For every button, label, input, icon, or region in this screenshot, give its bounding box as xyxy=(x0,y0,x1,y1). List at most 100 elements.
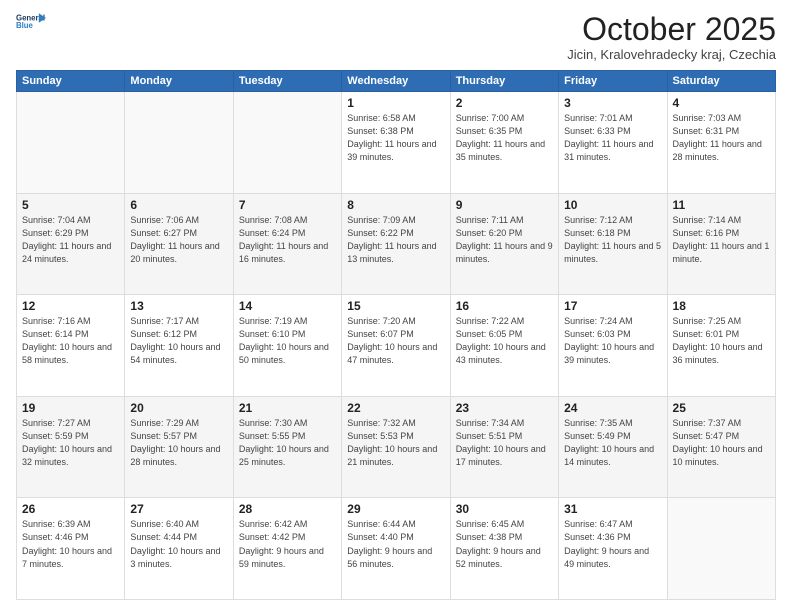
table-row: 9 Sunrise: 7:11 AM Sunset: 6:20 PM Daylig… xyxy=(450,193,558,295)
table-row: 26 Sunrise: 6:39 AM Sunset: 4:46 PM Dayli… xyxy=(17,498,125,600)
title-block: October 2025 Jicin, Kralovehradecky kraj… xyxy=(567,12,776,62)
day-info: Sunrise: 7:32 AM Sunset: 5:53 PM Dayligh… xyxy=(347,417,444,469)
day-number: 26 xyxy=(22,502,119,516)
location: Jicin, Kralovehradecky kraj, Czechia xyxy=(567,47,776,62)
table-row: 21 Sunrise: 7:30 AM Sunset: 5:55 PM Dayli… xyxy=(233,396,341,498)
table-row: 28Sunrise: 6:42 AM Sunset: 4:42 PM Dayli… xyxy=(233,498,341,600)
day-info: Sunrise: 7:09 AM Sunset: 6:22 PM Dayligh… xyxy=(347,214,444,266)
table-row: 7 Sunrise: 7:08 AM Sunset: 6:24 PM Daylig… xyxy=(233,193,341,295)
table-row xyxy=(233,92,341,194)
day-info: Sunrise: 7:14 AM Sunset: 6:16 PM Dayligh… xyxy=(673,214,770,266)
logo-icon: General Blue xyxy=(16,12,46,30)
table-row xyxy=(125,92,233,194)
month-title: October 2025 xyxy=(567,12,776,47)
table-row xyxy=(17,92,125,194)
day-number: 31 xyxy=(564,502,661,516)
logo: General Blue xyxy=(16,12,46,31)
day-number: 1 xyxy=(347,96,444,110)
col-tuesday: Tuesday xyxy=(233,71,341,92)
day-info: Sunrise: 7:04 AM Sunset: 6:29 PM Dayligh… xyxy=(22,214,119,266)
day-number: 16 xyxy=(456,299,553,313)
day-info: Sunrise: 7:22 AM Sunset: 6:05 PM Dayligh… xyxy=(456,315,553,367)
day-number: 13 xyxy=(130,299,227,313)
table-row: 13 Sunrise: 7:17 AM Sunset: 6:12 PM Dayli… xyxy=(125,295,233,397)
day-info: Sunrise: 7:01 AM Sunset: 6:33 PM Dayligh… xyxy=(564,112,661,164)
day-info: Sunrise: 7:12 AM Sunset: 6:18 PM Dayligh… xyxy=(564,214,661,266)
table-row: 6 Sunrise: 7:06 AM Sunset: 6:27 PM Daylig… xyxy=(125,193,233,295)
day-number: 2 xyxy=(456,96,553,110)
table-row: 15 Sunrise: 7:20 AM Sunset: 6:07 PM Dayli… xyxy=(342,295,450,397)
day-number: 7 xyxy=(239,198,336,212)
table-row: 3 Sunrise: 7:01 AM Sunset: 6:33 PM Daylig… xyxy=(559,92,667,194)
day-number: 14 xyxy=(239,299,336,313)
day-info: Sunrise: 7:16 AM Sunset: 6:14 PM Dayligh… xyxy=(22,315,119,367)
day-info: Sunrise: 6:47 AM Sunset: 4:36 PM Dayligh… xyxy=(564,518,661,570)
table-row: 11 Sunrise: 7:14 AM Sunset: 6:16 PM Dayli… xyxy=(667,193,775,295)
day-number: 27 xyxy=(130,502,227,516)
table-row: 22 Sunrise: 7:32 AM Sunset: 5:53 PM Dayli… xyxy=(342,396,450,498)
col-sunday: Sunday xyxy=(17,71,125,92)
day-number: 11 xyxy=(673,198,770,212)
day-number: 17 xyxy=(564,299,661,313)
day-number: 18 xyxy=(673,299,770,313)
day-number: 5 xyxy=(22,198,119,212)
day-info: Sunrise: 7:30 AM Sunset: 5:55 PM Dayligh… xyxy=(239,417,336,469)
day-number: 15 xyxy=(347,299,444,313)
svg-text:Blue: Blue xyxy=(16,21,34,30)
day-info: Sunrise: 6:40 AM Sunset: 4:44 PM Dayligh… xyxy=(130,518,227,570)
day-info: Sunrise: 7:35 AM Sunset: 5:49 PM Dayligh… xyxy=(564,417,661,469)
day-number: 30 xyxy=(456,502,553,516)
table-row: 30 Sunrise: 6:45 AM Sunset: 4:38 PM Dayli… xyxy=(450,498,558,600)
table-row: 29 Sunrise: 6:44 AM Sunset: 4:40 PM Dayli… xyxy=(342,498,450,600)
day-info: Sunrise: 7:29 AM Sunset: 5:57 PM Dayligh… xyxy=(130,417,227,469)
table-row: 18 Sunrise: 7:25 AM Sunset: 6:01 PM Dayli… xyxy=(667,295,775,397)
table-row: 5 Sunrise: 7:04 AM Sunset: 6:29 PM Daylig… xyxy=(17,193,125,295)
col-thursday: Thursday xyxy=(450,71,558,92)
day-number: 22 xyxy=(347,401,444,415)
table-row: 1 Sunrise: 6:58 AM Sunset: 6:38 PM Daylig… xyxy=(342,92,450,194)
day-number: 8 xyxy=(347,198,444,212)
page: General Blue October 2025 Jicin, Kralove… xyxy=(0,0,792,612)
day-info: Sunrise: 6:39 AM Sunset: 4:46 PM Dayligh… xyxy=(22,518,119,570)
table-row xyxy=(667,498,775,600)
day-number: 3 xyxy=(564,96,661,110)
day-number: 20 xyxy=(130,401,227,415)
day-number: 6 xyxy=(130,198,227,212)
col-wednesday: Wednesday xyxy=(342,71,450,92)
day-number: 12 xyxy=(22,299,119,313)
day-info: Sunrise: 7:20 AM Sunset: 6:07 PM Dayligh… xyxy=(347,315,444,367)
day-number: 9 xyxy=(456,198,553,212)
day-number: 24 xyxy=(564,401,661,415)
day-number: 23 xyxy=(456,401,553,415)
day-info: Sunrise: 7:06 AM Sunset: 6:27 PM Dayligh… xyxy=(130,214,227,266)
table-row: 25Sunrise: 7:37 AM Sunset: 5:47 PM Dayli… xyxy=(667,396,775,498)
table-row: 4Sunrise: 7:03 AM Sunset: 6:31 PM Daylig… xyxy=(667,92,775,194)
day-info: Sunrise: 7:08 AM Sunset: 6:24 PM Dayligh… xyxy=(239,214,336,266)
day-number: 19 xyxy=(22,401,119,415)
day-info: Sunrise: 6:58 AM Sunset: 6:38 PM Dayligh… xyxy=(347,112,444,164)
col-saturday: Saturday xyxy=(667,71,775,92)
table-row: 14 Sunrise: 7:19 AM Sunset: 6:10 PM Dayli… xyxy=(233,295,341,397)
day-number: 25 xyxy=(673,401,770,415)
table-row: 19 Sunrise: 7:27 AM Sunset: 5:59 PM Dayli… xyxy=(17,396,125,498)
header: General Blue October 2025 Jicin, Kralove… xyxy=(16,12,776,62)
day-info: Sunrise: 7:34 AM Sunset: 5:51 PM Dayligh… xyxy=(456,417,553,469)
day-info: Sunrise: 7:19 AM Sunset: 6:10 PM Dayligh… xyxy=(239,315,336,367)
table-row: 27 Sunrise: 6:40 AM Sunset: 4:44 PM Dayli… xyxy=(125,498,233,600)
col-friday: Friday xyxy=(559,71,667,92)
day-info: Sunrise: 7:17 AM Sunset: 6:12 PM Dayligh… xyxy=(130,315,227,367)
day-info: Sunrise: 7:25 AM Sunset: 6:01 PM Dayligh… xyxy=(673,315,770,367)
day-info: Sunrise: 7:27 AM Sunset: 5:59 PM Dayligh… xyxy=(22,417,119,469)
table-row: 16 Sunrise: 7:22 AM Sunset: 6:05 PM Dayli… xyxy=(450,295,558,397)
day-info: Sunrise: 6:44 AM Sunset: 4:40 PM Dayligh… xyxy=(347,518,444,570)
day-info: Sunrise: 7:00 AM Sunset: 6:35 PM Dayligh… xyxy=(456,112,553,164)
day-info: Sunrise: 6:45 AM Sunset: 4:38 PM Dayligh… xyxy=(456,518,553,570)
day-number: 10 xyxy=(564,198,661,212)
day-number: 29 xyxy=(347,502,444,516)
table-row: 10 Sunrise: 7:12 AM Sunset: 6:18 PM Dayli… xyxy=(559,193,667,295)
day-number: 21 xyxy=(239,401,336,415)
table-row: 12 Sunrise: 7:16 AM Sunset: 6:14 PM Dayli… xyxy=(17,295,125,397)
day-info: Sunrise: 7:11 AM Sunset: 6:20 PM Dayligh… xyxy=(456,214,553,266)
day-number: 28 xyxy=(239,502,336,516)
table-row: 20 Sunrise: 7:29 AM Sunset: 5:57 PM Dayli… xyxy=(125,396,233,498)
